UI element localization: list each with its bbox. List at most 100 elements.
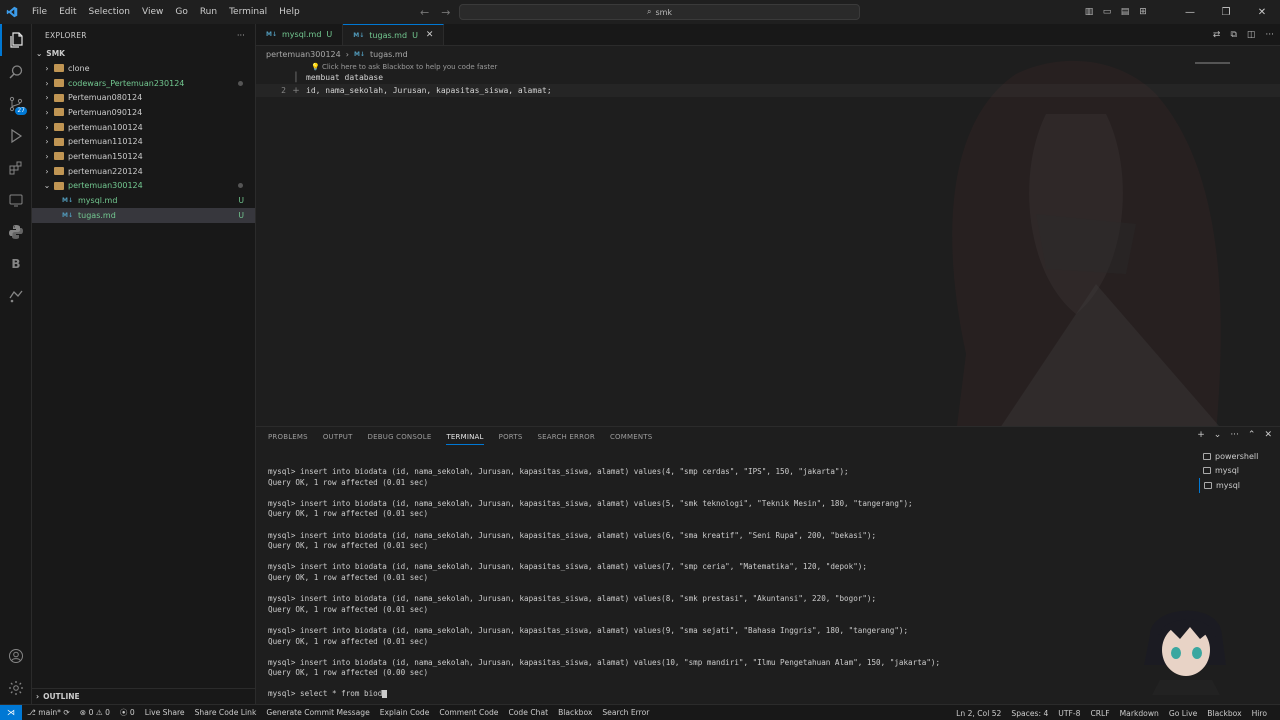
toggle-sidebar-icon[interactable]: ▥ bbox=[1080, 7, 1098, 17]
terminal-output[interactable]: mysql> insert into biodata (id, nama_sek… bbox=[268, 467, 1188, 700]
menu-item-file[interactable]: File bbox=[26, 0, 53, 24]
panel-tab-problems[interactable]: PROBLEMS bbox=[268, 433, 308, 441]
tab-mysql-md[interactable]: M↓ mysql.md U bbox=[256, 24, 344, 45]
run-debug-icon[interactable] bbox=[0, 120, 32, 152]
menu-item-go[interactable]: Go bbox=[169, 0, 193, 24]
more-actions-icon[interactable]: ··· bbox=[237, 31, 245, 40]
status-item-comment-code[interactable]: Comment Code bbox=[434, 708, 503, 717]
remote-indicator-icon[interactable]: ⋊ bbox=[0, 704, 22, 720]
terminal-line: mysql> insert into biodata (id, nama_sek… bbox=[268, 498, 913, 508]
outline-section[interactable]: › OUTLINE bbox=[32, 688, 256, 704]
open-preview-icon[interactable]: ⧉ bbox=[1230, 30, 1236, 40]
blackbox-hint[interactable]: 💡 Click here to ask Blackbox to help you… bbox=[311, 63, 497, 71]
terminal-instance-label: powershell bbox=[1215, 451, 1259, 461]
new-terminal-icon[interactable]: + bbox=[1197, 430, 1205, 440]
status-item-blackbox[interactable]: Blackbox bbox=[553, 708, 597, 717]
status-item-go-live[interactable]: Go Live bbox=[1164, 709, 1202, 718]
status-item-utf-8[interactable]: UTF-8 bbox=[1053, 709, 1085, 718]
tree-folder-item[interactable]: ⌄ pertemuan300124 bbox=[32, 179, 255, 194]
more-actions-icon[interactable]: ··· bbox=[1265, 30, 1274, 40]
tree-folder-item[interactable]: › pertemuan220124 bbox=[32, 164, 255, 179]
status-item-code-chat[interactable]: Code Chat bbox=[503, 708, 553, 717]
tree-folder-item[interactable]: › pertemuan110124 bbox=[32, 134, 255, 149]
status-item-explain-code[interactable]: Explain Code bbox=[375, 708, 435, 717]
background-artwork bbox=[952, 60, 1221, 426]
blackbox-icon[interactable]: B bbox=[0, 248, 32, 280]
status-item-generate-commit-message[interactable]: Generate Commit Message bbox=[261, 708, 374, 717]
menu-item-selection[interactable]: Selection bbox=[83, 0, 136, 24]
status-item-live-share[interactable]: Live Share bbox=[140, 708, 190, 717]
tab-tugas-md[interactable]: M↓ tugas.md U ✕ bbox=[343, 24, 445, 45]
split-editor-icon[interactable]: ◫ bbox=[1247, 30, 1256, 40]
minimap[interactable] bbox=[1195, 62, 1230, 64]
lightbulb-icon: 💡 bbox=[311, 63, 320, 71]
source-control-icon[interactable]: 27 bbox=[0, 88, 32, 120]
tree-folder-item[interactable]: › pertemuan150124 bbox=[32, 149, 255, 164]
close-icon[interactable]: ✕ bbox=[426, 30, 434, 40]
customize-layout-icon[interactable]: ⊞ bbox=[1134, 7, 1152, 17]
close-window-icon[interactable]: ✕ bbox=[1244, 7, 1280, 18]
breadcrumb-file[interactable]: tugas.md bbox=[370, 50, 408, 59]
branch-indicator[interactable]: ⎇ main* ⟳ bbox=[22, 708, 75, 717]
search-icon[interactable] bbox=[0, 56, 32, 88]
close-icon[interactable]: ✕ bbox=[1264, 430, 1272, 440]
tree-file-item[interactable]: M↓ tugas.md U bbox=[32, 207, 255, 223]
terminal-instance[interactable]: mysql bbox=[1199, 478, 1280, 493]
tree-folder-item[interactable]: › Pertemuan080124 bbox=[32, 90, 255, 105]
open-changes-icon[interactable]: ⇄ bbox=[1213, 30, 1221, 40]
restore-icon[interactable]: ❐ bbox=[1208, 7, 1244, 18]
panel-tab-search-error[interactable]: SEARCH ERROR bbox=[537, 433, 594, 441]
command-center-search[interactable]: ⌕ smk bbox=[459, 4, 860, 20]
remote-explorer-icon[interactable] bbox=[0, 184, 32, 216]
terminal-instance[interactable]: powershell bbox=[1199, 449, 1280, 464]
status-item-blackbox[interactable]: Blackbox bbox=[1202, 709, 1246, 718]
explorer-icon[interactable] bbox=[0, 24, 32, 56]
toggle-secondary-sidebar-icon[interactable]: ▤ bbox=[1116, 7, 1134, 17]
status-item-hiro[interactable]: Hiro bbox=[1247, 709, 1272, 718]
menu-item-edit[interactable]: Edit bbox=[53, 0, 82, 24]
account-icon[interactable] bbox=[0, 640, 32, 672]
terminal-prompt-line[interactable]: mysql> select * from biod bbox=[268, 689, 1188, 700]
status-item-spaces-4[interactable]: Spaces: 4 bbox=[1006, 709, 1053, 718]
panel-tab-comments[interactable]: COMMENTS bbox=[610, 433, 652, 441]
menu-item-help[interactable]: Help bbox=[273, 0, 306, 24]
live-share-icon[interactable] bbox=[0, 280, 32, 312]
extensions-icon[interactable] bbox=[0, 152, 32, 184]
status-item-search-error[interactable]: Search Error bbox=[597, 708, 654, 717]
tree-item-label: Pertemuan090124 bbox=[68, 107, 143, 117]
back-arrow-icon[interactable]: ← bbox=[420, 6, 429, 19]
menu-item-terminal[interactable]: Terminal bbox=[223, 0, 273, 24]
menu-item-view[interactable]: View bbox=[136, 0, 169, 24]
breadcrumb-folder[interactable]: pertemuan300124 bbox=[266, 50, 341, 59]
python-icon[interactable] bbox=[0, 216, 32, 248]
menu-item-run[interactable]: Run bbox=[194, 0, 223, 24]
panel-tab-debug-console[interactable]: DEBUG CONSOLE bbox=[368, 433, 432, 441]
chevron-down-icon[interactable]: ⌄ bbox=[1214, 430, 1222, 440]
status-item-ln-2-col-52[interactable]: Ln 2, Col 52 bbox=[951, 709, 1006, 718]
terminal-line: Query OK, 1 row affected (0.01 sec) bbox=[268, 509, 429, 519]
terminal-instance[interactable]: mysql bbox=[1199, 464, 1280, 479]
tree-file-item[interactable]: M↓ mysql.md U bbox=[32, 193, 255, 208]
minimize-icon[interactable]: — bbox=[1172, 7, 1208, 18]
toggle-panel-icon[interactable]: ▭ bbox=[1098, 7, 1116, 17]
tree-folder-item[interactable]: › Pertemuan090124 bbox=[32, 105, 255, 120]
more-actions-icon[interactable]: ··· bbox=[1230, 430, 1239, 440]
panel-tab-terminal[interactable]: TERMINAL bbox=[446, 433, 484, 445]
panel-tab-ports[interactable]: PORTS bbox=[499, 433, 523, 441]
code-line-current[interactable]: 2 + id, nama_sekolah, Jurusan, kapasitas… bbox=[256, 84, 1280, 97]
maximize-panel-icon[interactable]: ⌃ bbox=[1248, 430, 1256, 440]
panel-tab-output[interactable]: OUTPUT bbox=[323, 433, 353, 441]
workspace-root[interactable]: ⌄ SMK bbox=[32, 46, 255, 61]
status-item-share-code-link[interactable]: Share Code Link bbox=[190, 708, 262, 717]
forward-arrow-icon[interactable]: → bbox=[441, 6, 450, 19]
add-icon[interactable]: + bbox=[286, 86, 306, 96]
settings-gear-icon[interactable] bbox=[0, 672, 32, 704]
status-item-markdown[interactable]: Markdown bbox=[1115, 709, 1164, 718]
tree-folder-item[interactable]: › codewars_Pertemuan230124 bbox=[32, 76, 255, 91]
status-item-crlf[interactable]: CRLF bbox=[1085, 709, 1114, 718]
ports-indicator[interactable]: ⦿ 0 bbox=[115, 707, 140, 718]
problems-indicator[interactable]: ⊗ 0 ⚠ 0 bbox=[75, 708, 115, 717]
tree-folder-item[interactable]: › pertemuan100124 bbox=[32, 120, 255, 135]
code-line[interactable]: │ membuat database bbox=[256, 71, 1280, 84]
tree-folder-item[interactable]: › clone bbox=[32, 61, 255, 76]
